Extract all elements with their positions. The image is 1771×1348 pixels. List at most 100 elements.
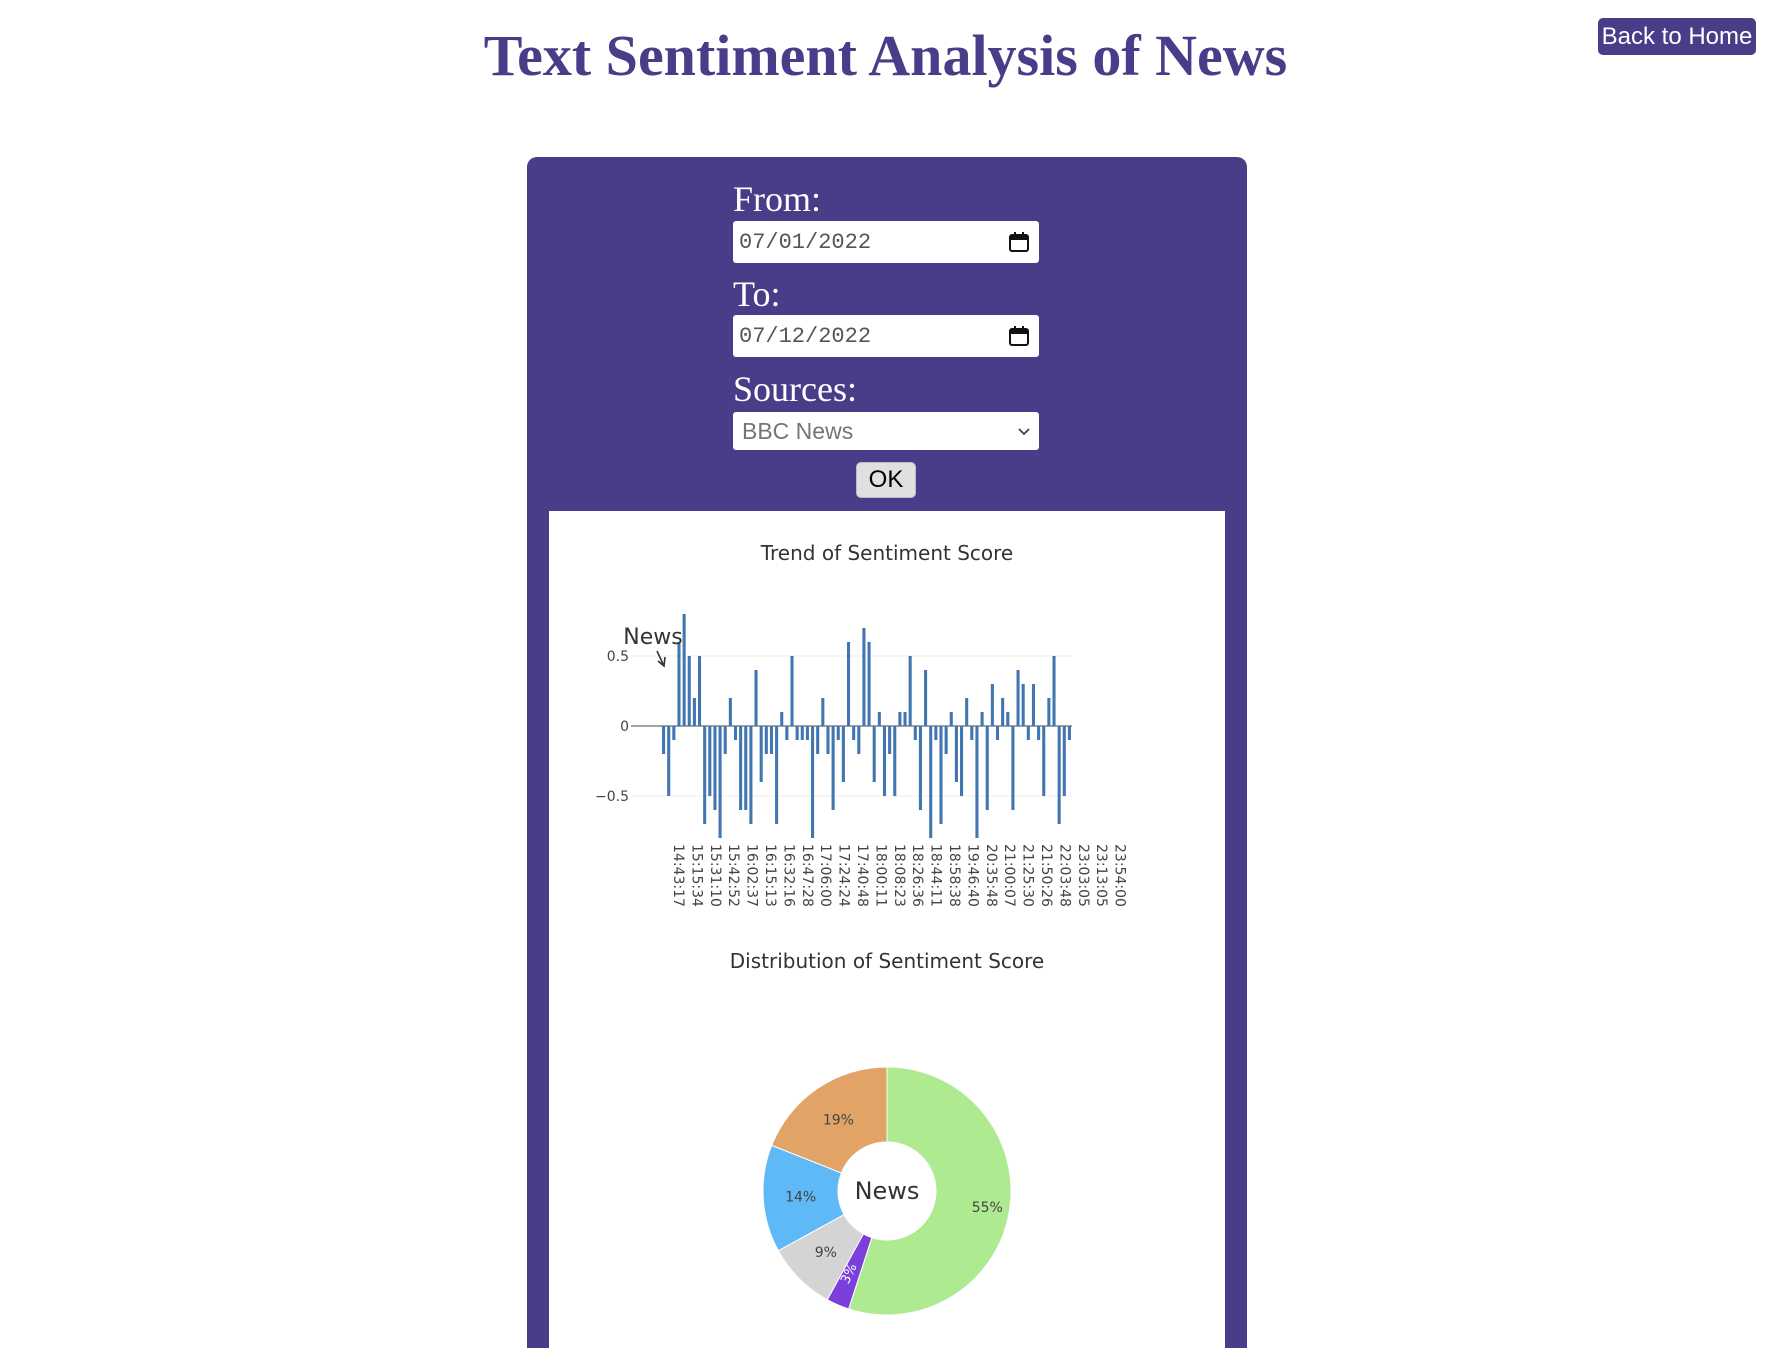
- x-tick-label: 18:00:11: [872, 844, 888, 907]
- bar[interactable]: [728, 698, 732, 726]
- x-tick-label: 15:31:10: [707, 844, 723, 907]
- bar[interactable]: [790, 656, 794, 726]
- bar[interactable]: [1016, 670, 1020, 726]
- bar[interactable]: [924, 670, 928, 726]
- bar[interactable]: [841, 726, 845, 782]
- bar[interactable]: [995, 726, 1000, 740]
- bar[interactable]: [903, 712, 907, 726]
- ok-button[interactable]: OK: [856, 462, 916, 498]
- bar[interactable]: [1011, 726, 1015, 810]
- bar[interactable]: [929, 726, 933, 838]
- bar[interactable]: [857, 726, 861, 754]
- back-to-home-button[interactable]: Back to Home: [1598, 18, 1756, 55]
- bar[interactable]: [677, 642, 681, 726]
- bar[interactable]: [667, 726, 671, 796]
- bar[interactable]: [692, 698, 696, 726]
- pie-slice-label: 9%: [815, 1245, 837, 1261]
- calendar-icon[interactable]: [1008, 231, 1030, 253]
- bar[interactable]: [970, 726, 974, 740]
- bar[interactable]: [1006, 712, 1010, 726]
- bar[interactable]: [1062, 726, 1066, 796]
- bar[interactable]: [985, 726, 989, 810]
- bar[interactable]: [739, 726, 743, 810]
- x-tick-label: 14:43:17: [670, 844, 686, 907]
- bar[interactable]: [913, 726, 917, 740]
- bar[interactable]: [852, 726, 856, 740]
- bar[interactable]: [898, 712, 902, 726]
- bar[interactable]: [672, 726, 676, 740]
- sources-label: Sources:: [733, 369, 857, 409]
- bar[interactable]: [1042, 726, 1046, 796]
- bar[interactable]: [888, 726, 892, 754]
- bar[interactable]: [1026, 726, 1030, 740]
- bar[interactable]: [1037, 726, 1041, 740]
- bar[interactable]: [826, 726, 830, 754]
- bar[interactable]: [697, 656, 702, 726]
- bar[interactable]: [733, 726, 738, 740]
- bar[interactable]: [769, 726, 773, 754]
- bar[interactable]: [708, 726, 712, 796]
- bar[interactable]: [980, 712, 984, 726]
- bar[interactable]: [821, 698, 825, 726]
- x-tick-label: 15:15:34: [688, 844, 704, 907]
- bar[interactable]: [718, 726, 722, 838]
- x-tick-label: 23:13:05: [1093, 844, 1109, 907]
- bar[interactable]: [960, 726, 964, 796]
- calendar-icon[interactable]: [1008, 325, 1030, 347]
- bar[interactable]: [954, 726, 958, 782]
- bar[interactable]: [723, 726, 727, 754]
- bar[interactable]: [795, 726, 799, 740]
- sources-selected-value: BBC News: [742, 417, 854, 444]
- bar[interactable]: [775, 726, 779, 824]
- bar[interactable]: [811, 726, 815, 838]
- from-date-value: 07/01/2022: [739, 229, 872, 255]
- bar[interactable]: [908, 656, 912, 726]
- bar[interactable]: [1021, 684, 1025, 726]
- y-tick-label: 0.5: [607, 649, 629, 665]
- to-date-input[interactable]: 07/12/2022: [733, 315, 1039, 357]
- bar[interactable]: [764, 726, 768, 754]
- bar[interactable]: [836, 726, 840, 740]
- x-tick-label: 17:24:24: [836, 844, 852, 907]
- bar[interactable]: [877, 712, 881, 726]
- bar[interactable]: [785, 726, 789, 740]
- bar[interactable]: [846, 642, 851, 726]
- bar[interactable]: [687, 656, 691, 726]
- bar[interactable]: [862, 628, 866, 726]
- bar[interactable]: [816, 726, 820, 754]
- bar[interactable]: [703, 726, 707, 824]
- bar[interactable]: [1047, 698, 1051, 726]
- bar[interactable]: [780, 712, 784, 726]
- bar[interactable]: [975, 726, 979, 838]
- pie-slice-label: 55%: [972, 1200, 1003, 1216]
- sources-select[interactable]: BBC News: [733, 412, 1039, 450]
- bar[interactable]: [1057, 726, 1061, 824]
- bar[interactable]: [872, 726, 876, 782]
- bar[interactable]: [1001, 698, 1005, 726]
- bar[interactable]: [934, 726, 938, 740]
- from-date-input[interactable]: 07/01/2022: [733, 221, 1039, 263]
- bar[interactable]: [754, 670, 758, 726]
- x-tick-label: 23:54:00: [1112, 844, 1128, 907]
- bar[interactable]: [944, 726, 948, 754]
- bar[interactable]: [939, 726, 943, 824]
- bar[interactable]: [990, 684, 994, 726]
- bar[interactable]: [713, 726, 717, 810]
- bar[interactable]: [759, 726, 763, 782]
- bar[interactable]: [662, 726, 666, 754]
- bar[interactable]: [744, 726, 748, 810]
- bar[interactable]: [1031, 684, 1036, 726]
- bar[interactable]: [800, 726, 804, 740]
- bar[interactable]: [749, 726, 753, 824]
- bar[interactable]: [831, 726, 835, 810]
- bar[interactable]: [805, 726, 809, 740]
- bar[interactable]: [682, 614, 686, 726]
- bar[interactable]: [1052, 656, 1056, 726]
- bar[interactable]: [949, 712, 953, 726]
- bar[interactable]: [882, 726, 887, 796]
- bar[interactable]: [1067, 726, 1071, 740]
- bar[interactable]: [965, 698, 969, 726]
- bar[interactable]: [893, 726, 897, 796]
- bar[interactable]: [867, 642, 871, 726]
- bar[interactable]: [918, 726, 922, 810]
